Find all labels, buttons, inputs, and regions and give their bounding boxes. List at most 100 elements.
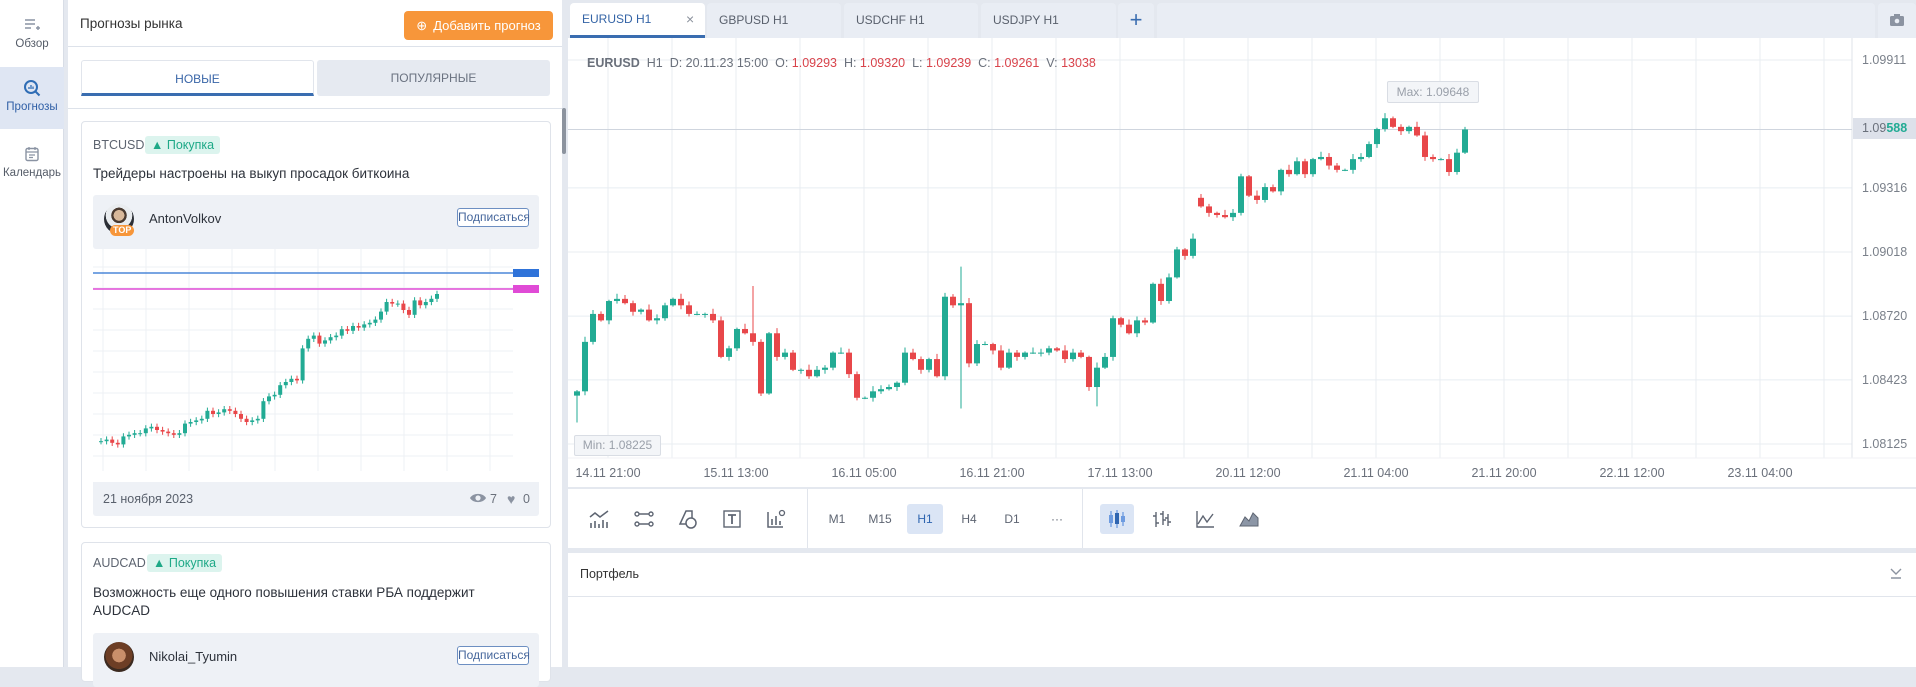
more-timeframes-button[interactable]: ··· [1039, 504, 1075, 534]
tab-usdchf[interactable]: USDCHF H1 [844, 3, 978, 38]
candle-body [582, 341, 588, 392]
card-title[interactable]: Трейдеры настроены на выкуп просадок бит… [93, 165, 533, 183]
timeframe-m15[interactable]: M15 [862, 504, 898, 534]
preview-candle [356, 326, 361, 328]
bars-type-button[interactable] [1144, 504, 1178, 534]
preview-candle [194, 420, 199, 422]
candle-body [1150, 283, 1156, 323]
candle-body [910, 352, 916, 360]
portfolio-header[interactable]: Портфель [568, 553, 1916, 597]
ohlc-legend: EURUSD H1 D: 20.11.23 15:00 O: 1.09293 H… [587, 56, 1096, 70]
legend-timeframe: H1 [646, 56, 663, 70]
preview-candle [155, 426, 159, 430]
legend-o-label: O: [775, 56, 789, 70]
author-name[interactable]: AntonVolkov [149, 211, 221, 226]
sidebar-item-label: Календарь [2, 167, 62, 179]
close-icon[interactable]: × [686, 3, 694, 35]
area-type-button[interactable] [1232, 504, 1266, 534]
timeframe-m1[interactable]: M1 [819, 504, 855, 534]
preview-candle [311, 335, 316, 339]
candle-body [638, 309, 644, 312]
area-chart-icon [1239, 512, 1259, 527]
screenshot-button[interactable] [1878, 3, 1916, 38]
forecast-card[interactable]: BTCUSD ▲ Покупка Трейдеры настроены на в… [81, 121, 551, 528]
candle-body [838, 352, 844, 354]
preview-candle [367, 322, 372, 325]
candle-body [1438, 159, 1444, 161]
candle-body [1406, 126, 1412, 132]
preview-candle [289, 378, 294, 382]
line-type-button[interactable] [1188, 504, 1222, 534]
sidebar-item-overview[interactable]: Обзор [0, 4, 64, 66]
candle-body [966, 303, 972, 364]
legend-l-label: L: [912, 56, 923, 70]
text-tool-button[interactable] [715, 504, 749, 534]
time-tick-label: 23.11 04:00 [1727, 466, 1792, 480]
preview-candle [183, 423, 187, 434]
subscribe-button[interactable]: Подписаться [457, 208, 530, 227]
legend-high: 1.09320 [859, 56, 906, 70]
sidebar-item-forecasts[interactable]: Прогнозы [0, 67, 64, 129]
preview-candle [143, 428, 148, 434]
candle-body [1334, 165, 1340, 170]
candle-body [1142, 320, 1148, 323]
indicators-button[interactable] [582, 504, 616, 534]
subscribe-button[interactable]: Подписаться [457, 646, 530, 665]
chart-settings-icon [767, 509, 786, 528]
candles-type-button[interactable] [1100, 504, 1134, 534]
card-title[interactable]: Возможность еще одного повышения ставки … [93, 584, 513, 620]
chevron-down-icon[interactable] [1884, 561, 1908, 585]
candle-body [1118, 318, 1124, 325]
scrollbar-thumb[interactable] [562, 108, 566, 154]
time-tick-label: 22.11 12:00 [1599, 466, 1664, 480]
likes-count: 0 [523, 492, 530, 506]
candle-body [774, 333, 780, 357]
tab-new[interactable]: НОВЫЕ [81, 60, 314, 96]
add-tab-button[interactable]: + [1118, 3, 1154, 38]
max-price-label: Max: 1.09648 [1387, 81, 1479, 103]
card-date: 21 ноября 2023 [103, 492, 194, 506]
forecast-card[interactable]: AUDCAD ▲ Покупка Возможность еще одного … [81, 542, 551, 687]
preview-candle [211, 410, 215, 414]
sidebar-item-calendar[interactable]: Календарь [0, 133, 64, 195]
preview-candle [149, 426, 154, 429]
card-symbol: BTCUSD [93, 138, 145, 152]
preview-candle [110, 439, 115, 443]
price-chart[interactable]: 1.09911 1.09316 1.09018 1.08720 1.08423 1.081… [568, 38, 1916, 487]
tab-usdjpy[interactable]: USDJPY H1 [981, 3, 1116, 38]
timeframe-d1[interactable]: D1 [994, 504, 1030, 534]
camera-icon [1890, 14, 1904, 26]
preview-candle [121, 436, 126, 445]
add-forecast-button[interactable]: ⊕ Добавить прогноз [404, 11, 553, 40]
card-footer: 21 ноября 2023 7 ♥ 0 [93, 482, 539, 516]
tab-gbpusd[interactable]: GBPUSD H1 [707, 3, 841, 38]
candle-body [1414, 126, 1420, 136]
preview-candle [244, 418, 249, 422]
author-name[interactable]: Nikolai_Tyumin [149, 649, 237, 664]
tab-eurusd[interactable]: EURUSD H1 × [570, 3, 705, 38]
timeframe-h1[interactable]: H1 [907, 504, 943, 534]
price-tick-label: 1.08125 [1862, 437, 1907, 451]
preview-candle [418, 300, 423, 306]
chart-settings-button[interactable] [759, 504, 793, 534]
candle-body [1174, 249, 1180, 278]
avatar[interactable] [104, 642, 134, 672]
separator [1082, 489, 1083, 548]
preview-candle [222, 409, 227, 413]
candle-body [1278, 169, 1284, 192]
heart-icon[interactable]: ♥ [507, 491, 515, 507]
preview-candle [233, 410, 238, 414]
timeframe-h4[interactable]: H4 [951, 504, 987, 534]
preview-candle [216, 412, 221, 414]
candle-body [1358, 156, 1364, 160]
forecast-chart-preview[interactable] [93, 249, 539, 482]
candle-body [670, 298, 676, 306]
candlestick-chart[interactable]: 1.09911 1.09316 1.09018 1.08720 1.08423 1.081… [568, 38, 1916, 487]
line-tool-button[interactable] [627, 504, 661, 534]
preview-candle [278, 385, 283, 395]
tab-popular[interactable]: ПОПУЛЯРНЫЕ [317, 60, 550, 96]
price-tick-label: 1.09316 [1862, 181, 1907, 195]
portfolio-panel: Портфель [568, 553, 1916, 667]
candle-body [846, 352, 852, 375]
shapes-tool-button[interactable] [671, 504, 705, 534]
